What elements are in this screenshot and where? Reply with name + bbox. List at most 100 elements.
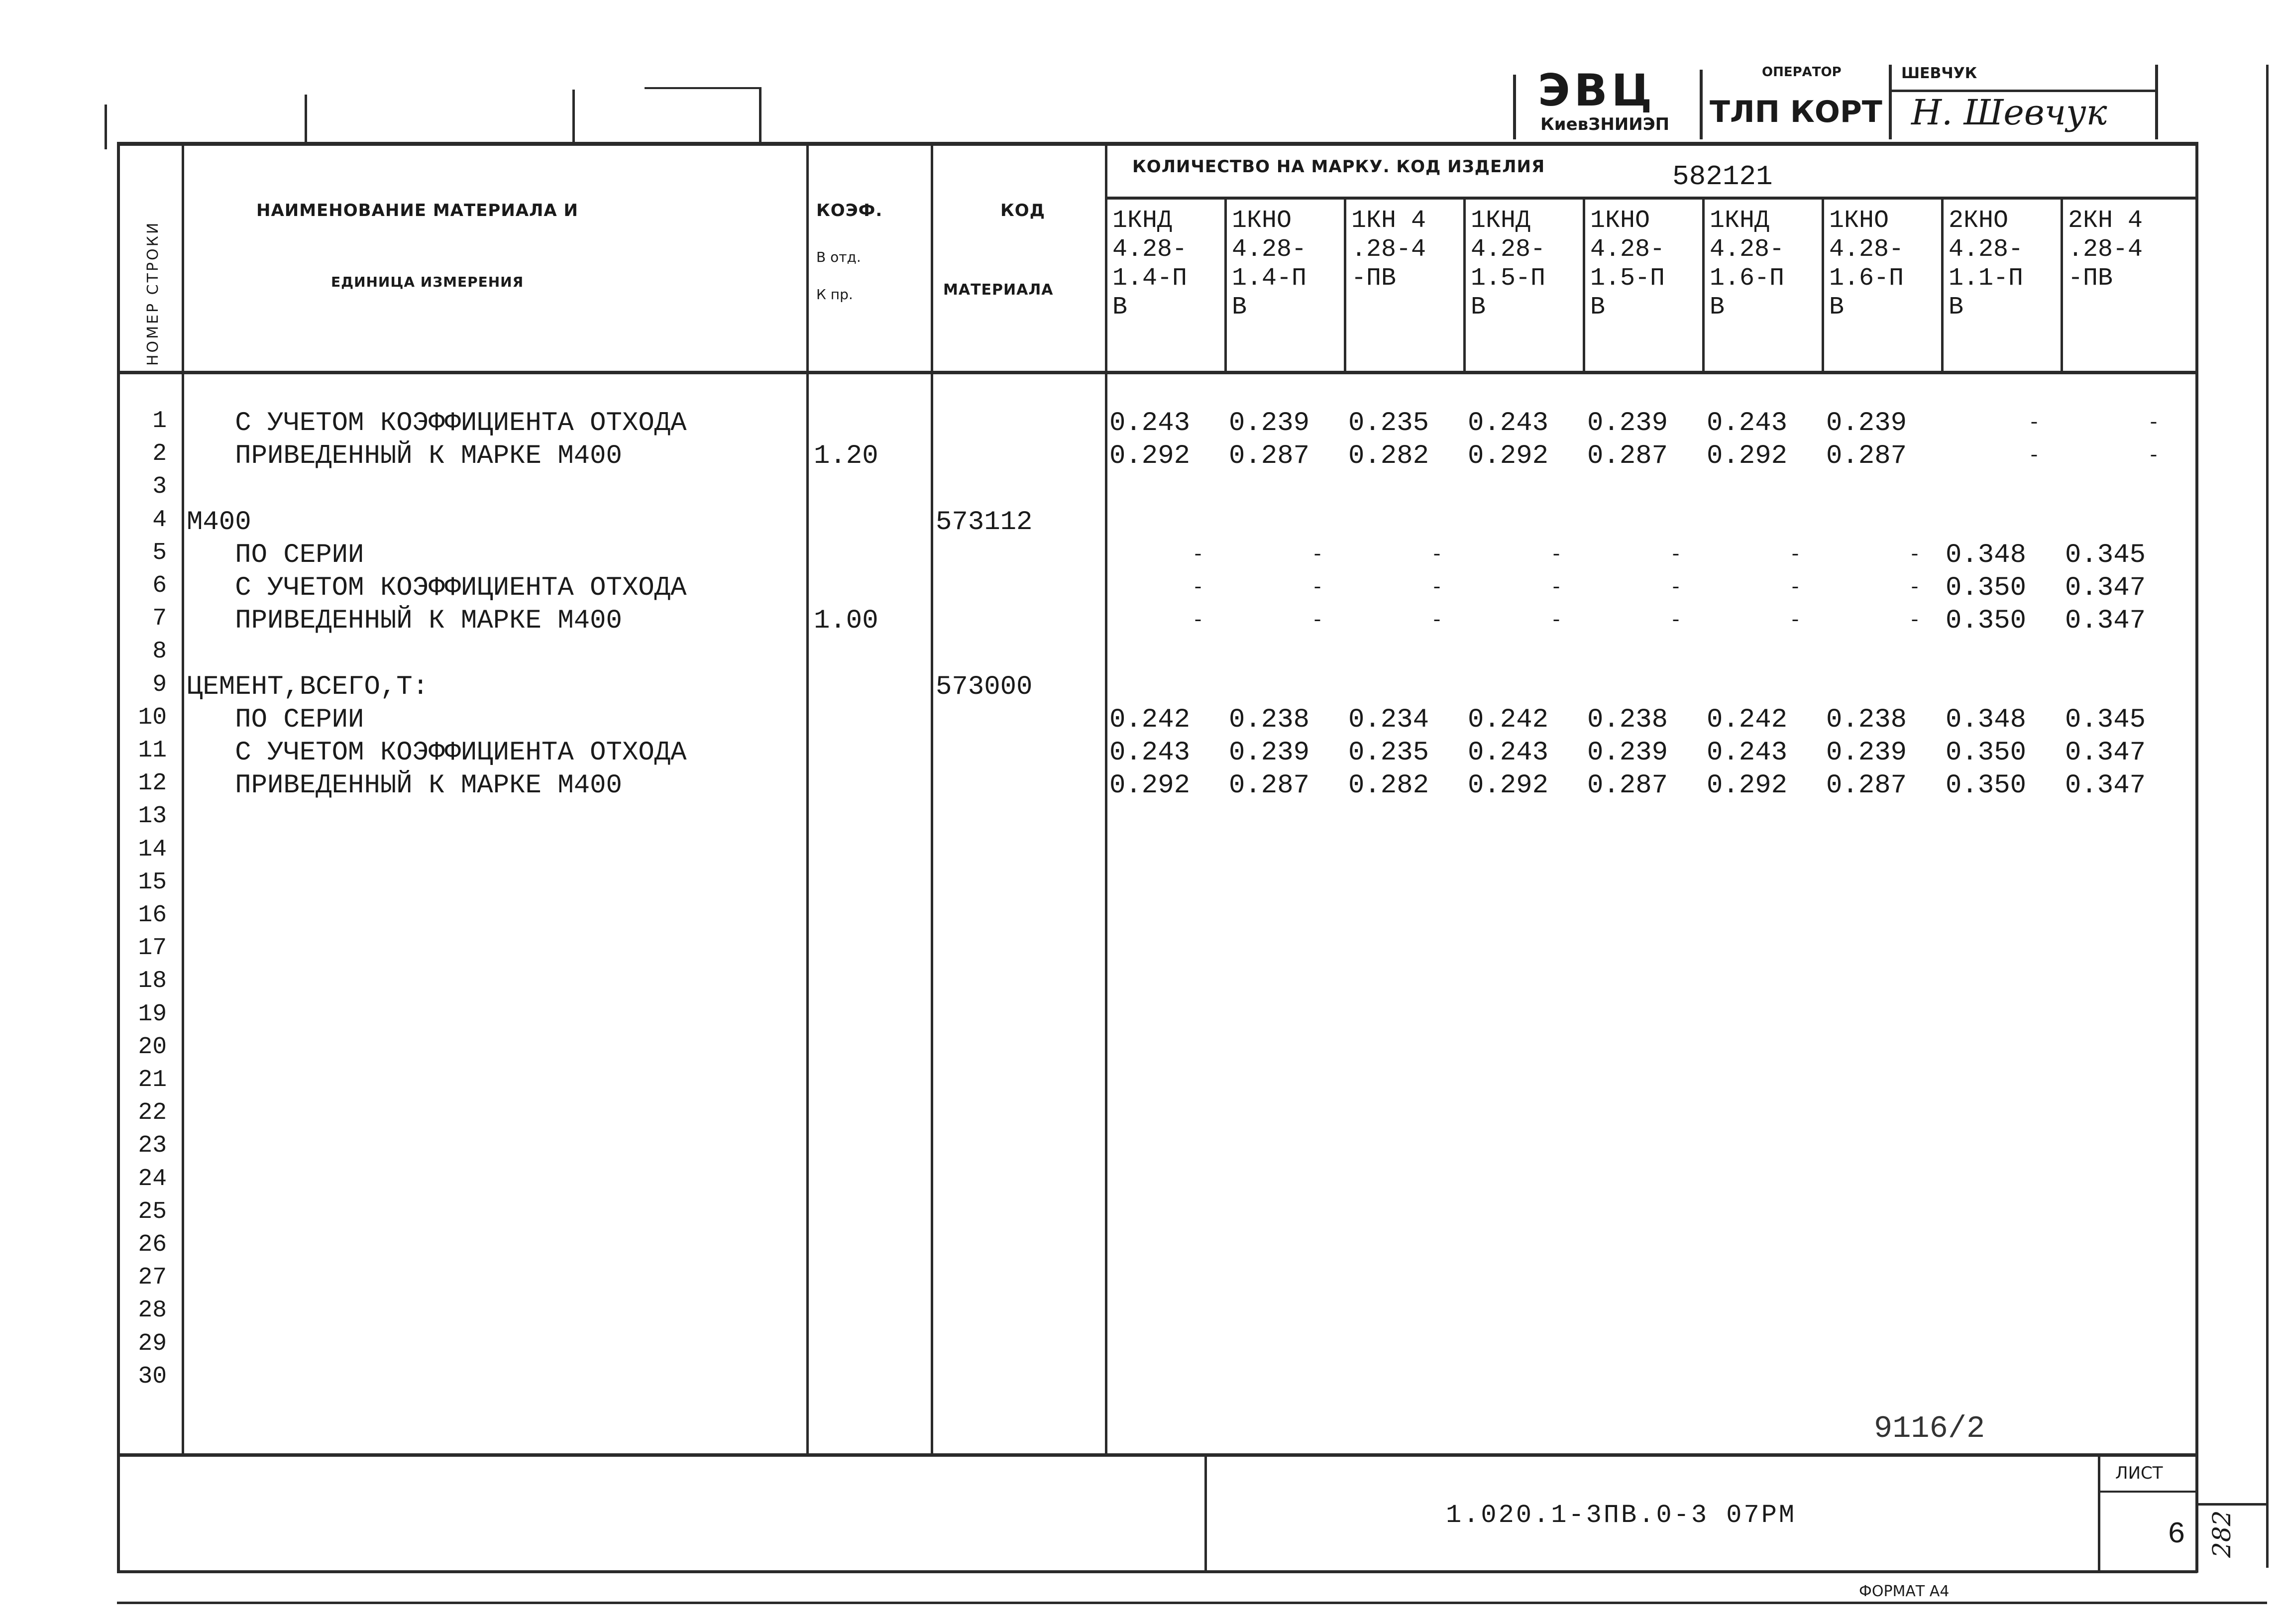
material-name: С УЧЕТОМ КОЭФФИЦИЕНТА ОТХОДА — [187, 408, 687, 438]
row-number: 29 — [138, 1330, 167, 1357]
signature: Н. Шевчук — [1911, 92, 2107, 133]
operator-label: ОПЕРАТОР — [1762, 65, 1842, 80]
quantity-value: 0.239 — [1229, 738, 1310, 768]
empty-value-dash: - — [2028, 445, 2040, 468]
quantity-value: 0.347 — [2065, 606, 2146, 637]
empty-value-dash: - — [1311, 610, 1323, 633]
quantity-value: 0.350 — [1946, 738, 2027, 768]
quantity-value: 0.242 — [1707, 704, 1788, 735]
footer-block: 1.020.1-3ПВ.0-3 07РМ ЛИСТ 6 — [117, 1453, 2198, 1578]
quantity-value: 0.348 — [1946, 704, 2027, 735]
quantity-value: 0.242 — [1468, 704, 1549, 735]
quantity-value: 0.292 — [1109, 770, 1191, 801]
sheet-number: 6 — [2168, 1518, 2186, 1552]
quantity-value: 0.348 — [1946, 540, 2027, 570]
empty-value-dash: - — [2147, 412, 2160, 434]
quantity-value: 0.243 — [1707, 408, 1788, 438]
empty-value-dash: - — [1430, 577, 1443, 599]
row-number: 26 — [138, 1231, 167, 1258]
row-number: 2 — [152, 440, 167, 468]
quantity-value: 0.350 — [1946, 770, 2027, 801]
quantity-value: 0.350 — [1946, 606, 2027, 637]
row-number-header: НОМЕР СТРОКИ — [144, 220, 162, 366]
empty-value-dash: - — [1550, 543, 1562, 566]
mark-column-header: 1КНО 4.28- 1.4-П В — [1232, 207, 1307, 322]
material-code: 573112 — [936, 507, 1033, 538]
quantity-value: 0.282 — [1348, 441, 1429, 472]
row-number: 9 — [152, 671, 167, 698]
row-number: 11 — [138, 737, 167, 764]
quantity-value: 0.292 — [1707, 441, 1788, 472]
quantity-value: 0.239 — [1587, 408, 1668, 438]
quantity-value: 0.235 — [1348, 738, 1429, 768]
mark-column-header: 2КН 4 .28-4 -ПВ — [2068, 207, 2143, 293]
row-number: 18 — [138, 968, 167, 995]
material-name: ПРИВЕДЕННЫЙ К МАРКЕ М400 — [187, 441, 622, 472]
row-number: 13 — [138, 803, 167, 830]
empty-value-dash: - — [1908, 610, 1921, 633]
empty-value-dash: - — [1789, 543, 1801, 566]
quantity-value: 0.239 — [1826, 408, 1907, 438]
material-name: С УЧЕТОМ КОЭФФИЦИЕНТА ОТХОДА — [187, 738, 687, 768]
quantity-value: 0.239 — [1587, 738, 1668, 768]
mark-column-header: 1КНД 4.28- 1.6-П В — [1710, 207, 1785, 322]
empty-value-dash: - — [1669, 543, 1682, 566]
empty-value-dash: - — [1789, 577, 1801, 599]
quantity-value: 0.292 — [1468, 441, 1549, 472]
row-number: 7 — [152, 605, 167, 633]
material-name: ПО СЕРИИ — [187, 540, 364, 570]
empty-value-dash: - — [1192, 577, 1204, 599]
quantity-value: 0.347 — [2065, 770, 2146, 801]
coef-header-line1: КОЭФ. — [816, 201, 883, 220]
empty-value-dash: - — [1192, 543, 1204, 566]
quantity-value: 0.347 — [2065, 573, 2146, 603]
mark-column-header: 1КН 4 .28-4 -ПВ — [1351, 207, 1426, 293]
quantity-value: 0.243 — [1468, 738, 1549, 768]
quantity-value: 0.243 — [1109, 408, 1191, 438]
quantity-value: 0.239 — [1826, 738, 1907, 768]
empty-value-dash: - — [1789, 610, 1801, 633]
row-number: 5 — [152, 539, 167, 566]
bom-table: НОМЕР СТРОКИ НАИМЕНОВАНИЕ МАТЕРИАЛА И ЕД… — [117, 142, 2198, 1457]
quantity-value: 0.238 — [1826, 704, 1907, 735]
mark-column-header: 1КНО 4.28- 1.5-П В — [1590, 207, 1665, 322]
row-number: 4 — [152, 506, 167, 534]
row-number: 10 — [138, 704, 167, 731]
quantity-value: 0.287 — [1826, 441, 1907, 472]
coefficient: 1.20 — [814, 441, 878, 472]
row-number: 6 — [152, 572, 167, 599]
empty-value-dash: - — [1430, 610, 1443, 633]
organization-name: КиевЗНИИЭП — [1540, 114, 1670, 134]
row-number: 19 — [138, 1000, 167, 1028]
document-code: 1.020.1-3ПВ.0-3 07РМ — [1446, 1501, 1797, 1530]
coef-header-line2: В отд. — [816, 249, 861, 265]
row-number: 24 — [138, 1165, 167, 1192]
empty-value-dash: - — [1669, 577, 1682, 599]
material-name: ПРИВЕДЕННЫЙ К МАРКЕ М400 — [187, 770, 622, 801]
quantity-value: 0.243 — [1707, 738, 1788, 768]
empty-value-dash: - — [1550, 610, 1562, 633]
row-number: 15 — [138, 868, 167, 896]
empty-value-dash: - — [1311, 577, 1323, 599]
row-number: 22 — [138, 1099, 167, 1127]
empty-value-dash: - — [1669, 610, 1682, 633]
quantity-value: 0.287 — [1587, 441, 1668, 472]
quantity-value: 0.282 — [1348, 770, 1429, 801]
quantity-value: 0.287 — [1826, 770, 1907, 801]
material-name: ПРИВЕДЕННЫЙ К МАРКЕ М400 — [187, 606, 622, 637]
material-name-header-line2: ЕДИНИЦА ИЗМЕРЕНИЯ — [331, 274, 524, 290]
quantity-value: 0.292 — [1468, 770, 1549, 801]
material-name: ЦЕМЕНТ,ВСЕГО,Т: — [187, 671, 429, 702]
quantity-value: 0.235 — [1348, 408, 1429, 438]
row-number: 14 — [138, 836, 167, 863]
quantity-value: 0.345 — [2065, 704, 2146, 735]
coef-header-line3: К пр. — [816, 286, 853, 303]
row-number: 17 — [138, 935, 167, 962]
title-stamp: ЭВЦ КиевЗНИИЭП ОПЕРАТОР ТЛП КОРТ ШЕВЧУК … — [1513, 65, 2200, 139]
mark-column-header: 1КНД 4.28- 1.5-П В — [1471, 207, 1546, 322]
mark-column-header: 1КНД 4.28- 1.4-П В — [1112, 207, 1188, 322]
material-name: С УЧЕТОМ КОЭФФИЦИЕНТА ОТХОДА — [187, 573, 687, 603]
row-number: 27 — [138, 1264, 167, 1292]
row-number: 1 — [152, 408, 167, 434]
quantity-value: 0.345 — [2065, 540, 2146, 570]
